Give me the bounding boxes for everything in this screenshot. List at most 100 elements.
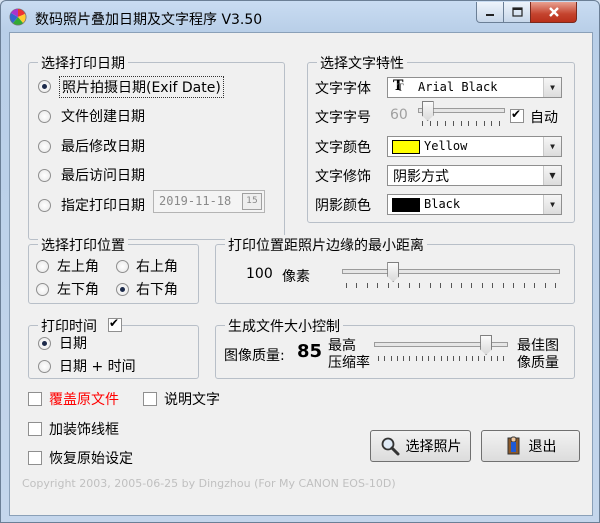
slider-tick: [476, 121, 477, 126]
radio-date-only[interactable]: [38, 337, 51, 350]
quality-slider-thumb[interactable]: [480, 335, 493, 355]
margin-slider-track: [342, 269, 560, 274]
slider-tick: [451, 283, 452, 288]
slider-tick: [434, 356, 435, 361]
print-date-group: 选择打印日期 照片拍摄日期(Exif Date) 文件创建日期 最后修改日期 最…: [28, 53, 285, 240]
file-size-group: 生成文件大小控制 图像质量: 85 最高 压缩率 最佳图 像质量: [215, 316, 575, 379]
slider-tick: [346, 283, 347, 288]
quality-right-label-2: 像质量: [517, 355, 559, 371]
radio-label-date-time[interactable]: 日期 + 时间: [59, 356, 136, 376]
slider-tick: [534, 283, 535, 288]
radio-label-top-right[interactable]: 右上角: [136, 256, 178, 276]
size-slider[interactable]: [416, 99, 507, 127]
size-slider-thumb[interactable]: [421, 101, 434, 121]
overwrite-label[interactable]: 覆盖原文件: [49, 389, 119, 409]
slider-tick: [441, 356, 442, 361]
overwrite-checkbox[interactable]: [28, 392, 42, 406]
quality-slider[interactable]: [372, 332, 510, 364]
style-label: 文字修饰: [315, 169, 371, 185]
maximize-icon: [511, 7, 523, 17]
font-select[interactable]: T T Arial Black ▼: [387, 77, 562, 98]
radio-label-bottom-left[interactable]: 左下角: [57, 279, 99, 299]
text-style-select[interactable]: 阴影方式 ▼: [387, 165, 562, 186]
slider-tick: [367, 283, 368, 288]
margin-slider-thumb[interactable]: [387, 262, 400, 282]
slider-tick: [409, 356, 410, 361]
radio-modify-date[interactable]: [38, 140, 51, 153]
date-picker[interactable]: 2019-11-18 15: [153, 190, 265, 213]
close-button[interactable]: [530, 2, 577, 23]
shadow-color-label: 阴影颜色: [315, 198, 371, 214]
slider-tick: [461, 283, 462, 288]
radio-label-top-left[interactable]: 左上角: [57, 256, 99, 276]
font-label: 文字字体: [315, 81, 371, 97]
print-time-checkbox[interactable]: [108, 316, 122, 332]
chevron-down-icon: ▼: [543, 195, 561, 214]
text-props-group-label: 选择文字特性: [317, 53, 407, 73]
radio-label-bottom-right[interactable]: 右下角: [136, 279, 178, 299]
radio-top-right[interactable]: [116, 260, 129, 273]
slider-tick: [388, 283, 389, 288]
radio-label-exif-date[interactable]: 照片拍摄日期(Exif Date): [59, 76, 224, 98]
radio-exif-date[interactable]: [38, 80, 51, 93]
exit-label: 退出: [528, 439, 557, 455]
margin-slider[interactable]: [340, 259, 562, 291]
minimize-button[interactable]: [476, 2, 504, 23]
shadow-color-select[interactable]: Black ▼: [387, 194, 562, 215]
radio-label-modify-date[interactable]: 最后修改日期: [61, 136, 145, 156]
radio-bottom-left[interactable]: [36, 283, 49, 296]
exit-button[interactable]: 退出: [481, 430, 580, 462]
radio-label-specified-date[interactable]: 指定打印日期: [61, 195, 145, 215]
quality-label: 图像质量:: [224, 348, 285, 364]
radio-specified-date[interactable]: [38, 199, 51, 212]
reset-checkbox[interactable]: [28, 451, 42, 465]
slider-tick: [503, 356, 504, 361]
slider-tick: [484, 356, 485, 361]
maximize-button[interactable]: [503, 2, 531, 23]
slider-tick: [491, 356, 492, 361]
slider-tick: [484, 121, 485, 126]
text-color-swatch: [392, 140, 420, 154]
select-photo-button[interactable]: 选择照片: [370, 430, 471, 462]
title-bar[interactable]: 数码照片叠加日期及文字程序 V3.50: [1, 1, 599, 33]
reset-label[interactable]: 恢复原始设定: [49, 448, 133, 468]
margin-slider-ticks: [346, 283, 556, 289]
slider-tick: [471, 283, 472, 288]
margin-value: 100: [246, 266, 273, 282]
radio-date-time[interactable]: [38, 360, 51, 373]
auto-size-label[interactable]: 自动: [530, 107, 558, 127]
radio-access-date[interactable]: [38, 169, 51, 182]
text-color-select[interactable]: Yellow ▼: [387, 136, 562, 157]
slider-tick: [478, 356, 479, 361]
app-icon: [9, 8, 27, 26]
slider-tick: [428, 356, 429, 361]
caption-checkbox[interactable]: [143, 392, 157, 406]
slider-tick: [472, 356, 473, 361]
slider-tick: [524, 283, 525, 288]
position-group-label: 选择打印位置: [38, 235, 128, 255]
radio-top-left[interactable]: [36, 260, 49, 273]
exit-door-icon: [507, 436, 519, 455]
radio-bottom-right[interactable]: [116, 283, 129, 296]
calendar-icon[interactable]: 15: [242, 193, 262, 210]
slider-tick: [437, 121, 438, 126]
slider-tick: [419, 283, 420, 288]
slider-tick: [384, 356, 385, 361]
caption-label[interactable]: 说明文字: [164, 389, 220, 409]
shadow-color-value: Black: [424, 197, 461, 211]
file-size-group-label: 生成文件大小控制: [225, 316, 343, 336]
auto-size-checkbox[interactable]: [510, 107, 524, 123]
radio-create-date[interactable]: [38, 110, 51, 123]
size-slider-ticks: [422, 121, 500, 127]
frame-checkbox[interactable]: [28, 422, 42, 436]
radio-label-date-only[interactable]: 日期: [59, 333, 87, 353]
slider-tick: [416, 356, 417, 361]
close-icon: [548, 7, 559, 17]
radio-label-access-date[interactable]: 最后访问日期: [61, 165, 145, 185]
app-window: 数码照片叠加日期及文字程序 V3.50 选择打印日期 照片拍摄日期(Exif D…: [0, 0, 600, 523]
slider-tick: [403, 356, 404, 361]
shadow-color-swatch: [392, 198, 420, 212]
radio-label-create-date[interactable]: 文件创建日期: [61, 106, 145, 126]
print-time-group: 打印时间 日期 日期 + 时间: [28, 316, 199, 379]
frame-label[interactable]: 加装饰线框: [49, 419, 119, 439]
